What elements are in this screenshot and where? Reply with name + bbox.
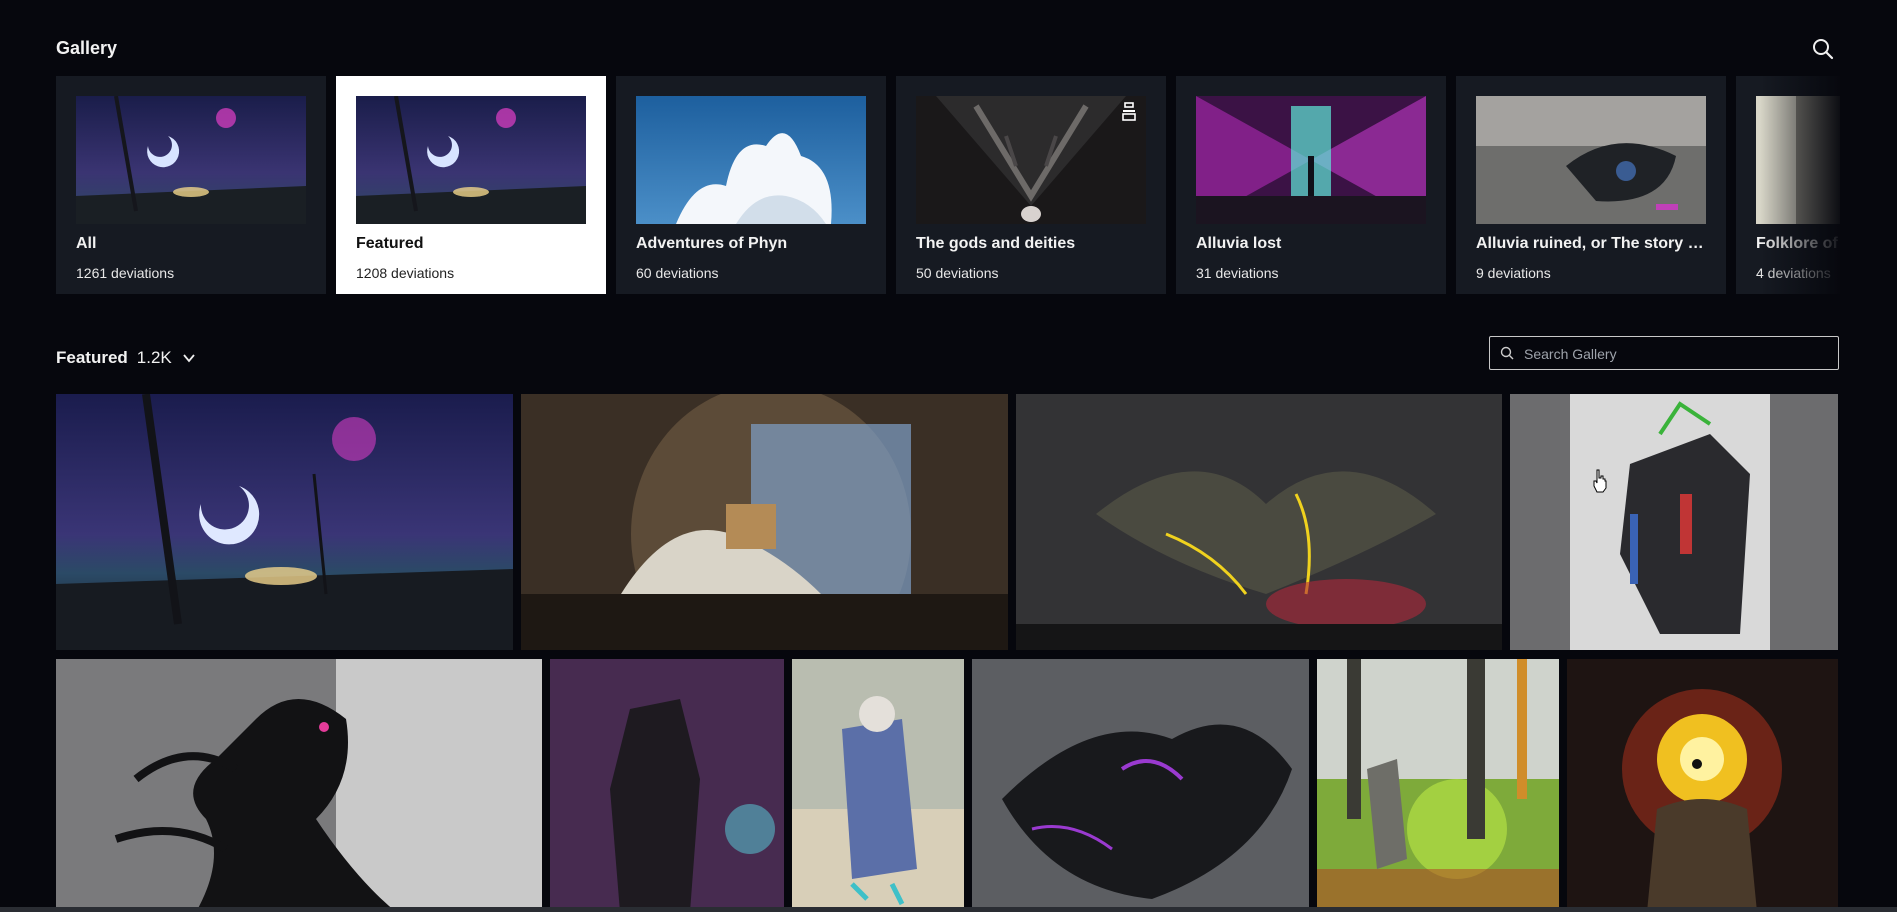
folder-name: Featured <box>356 235 424 252</box>
folder-card-alluvia-ruined[interactable]: Alluvia ruined, or The story of... 9 dev… <box>1456 76 1726 294</box>
folder-count: 60 deviations <box>636 265 719 281</box>
search-icon[interactable] <box>1812 38 1834 60</box>
gallery-thumbnail[interactable] <box>1567 659 1838 912</box>
gallery-thumbnail[interactable] <box>972 659 1309 912</box>
section-count: 1.2K <box>136 348 172 367</box>
chevron-down-icon <box>183 354 195 363</box>
folder-name: Folklore of <box>1756 235 1838 252</box>
folder-card-all[interactable]: All 1261 deviations <box>56 76 326 294</box>
gallery-thumbnail[interactable] <box>1016 394 1502 650</box>
search-icon <box>1500 346 1514 360</box>
folder-thumbnail <box>1756 96 1840 224</box>
section-title: Featured <box>56 348 128 367</box>
folder-thumbnail <box>1476 96 1706 224</box>
gallery-thumbnail[interactable] <box>550 659 784 912</box>
folder-thumbnail <box>1196 96 1426 224</box>
folder-card-featured[interactable]: Featured 1208 deviations <box>336 76 606 294</box>
folder-name: Adventures of Phyn <box>636 235 788 252</box>
premium-folder-icon <box>1122 102 1136 121</box>
folder-count: 50 deviations <box>916 265 999 281</box>
folder-name: The gods and deities <box>916 235 1076 252</box>
folder-dropdown[interactable]: Featured 1.2K <box>56 346 196 370</box>
folder-card-the-gods-and-deities[interactable]: The gods and deities 50 deviations <box>896 76 1166 294</box>
folder-count: 1208 deviations <box>356 265 455 281</box>
gallery-thumbnail[interactable] <box>521 394 1008 650</box>
gallery-thumbnail[interactable] <box>56 659 542 912</box>
gallery-thumbnail[interactable] <box>1317 659 1559 912</box>
gallery-thumbnail[interactable] <box>792 659 964 912</box>
gallery-search-field[interactable] <box>1489 336 1839 371</box>
gallery-thumbnail[interactable] <box>1510 394 1838 650</box>
folder-thumbnail <box>356 96 586 224</box>
folder-card-adventures-of-phyn[interactable]: Adventures of Phyn 60 deviations <box>616 76 886 294</box>
search-input[interactable] <box>1522 337 1826 371</box>
folder-card-alluvia-lost[interactable]: Alluvia lost 31 deviations <box>1176 76 1446 294</box>
folder-thumbnail <box>636 96 866 224</box>
folder-card-folklore[interactable]: Folklore of 4 deviations <box>1736 76 1840 294</box>
scrollbar-track[interactable] <box>0 907 1897 912</box>
hand-cursor-icon <box>1593 469 1607 493</box>
folder-thumbnail <box>76 96 306 224</box>
folder-count: 31 deviations <box>1196 265 1279 281</box>
folder-name: Alluvia ruined, or The story of... <box>1476 235 1712 252</box>
folder-name: All <box>76 235 97 252</box>
folder-name: Alluvia lost <box>1196 235 1282 252</box>
folder-count: 4 deviations <box>1756 265 1831 281</box>
folder-carousel: All 1261 deviations Featured 1208 deviat… <box>56 76 1840 294</box>
gallery-thumbnail[interactable] <box>56 394 513 650</box>
folder-thumbnail <box>916 96 1146 224</box>
folder-count: 1261 deviations <box>76 265 175 281</box>
folder-count: 9 deviations <box>1476 265 1551 281</box>
page-title: Gallery <box>56 38 118 58</box>
